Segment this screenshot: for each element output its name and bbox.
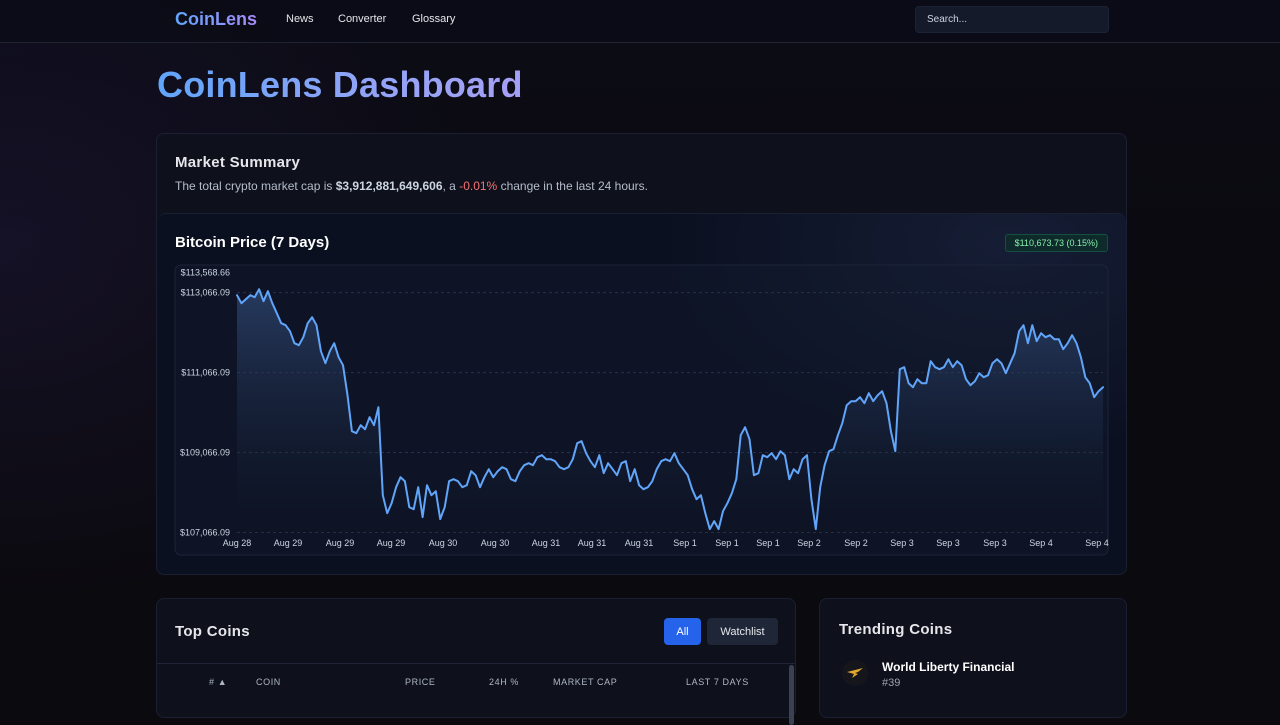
search-input[interactable] bbox=[915, 6, 1109, 33]
top-nav: CoinLens News Converter Glossary bbox=[0, 0, 1280, 43]
x-tick-label: Sep 3 bbox=[983, 538, 1007, 548]
market-summary-card: Market Summary The total crypto market c… bbox=[156, 133, 1127, 575]
x-tick-label: Aug 30 bbox=[481, 538, 510, 548]
x-tick-label: Sep 3 bbox=[890, 538, 914, 548]
nav-link-converter[interactable]: Converter bbox=[338, 13, 386, 25]
x-tick-label: Aug 31 bbox=[625, 538, 654, 548]
bitcoin-price-chart[interactable]: $113,568.66 $113,066.09 $111,066.09 $109,06… bbox=[158, 214, 1126, 575]
column-header-price[interactable]: PRICE bbox=[405, 677, 436, 687]
brand-logo[interactable]: CoinLens bbox=[175, 9, 257, 30]
x-tick-label: Aug 30 bbox=[429, 538, 458, 548]
x-tick-label: Aug 29 bbox=[377, 538, 406, 548]
table-scrollbar[interactable] bbox=[789, 665, 794, 725]
x-tick-label: Aug 31 bbox=[578, 538, 607, 548]
y-tick-label: $113,066.09 bbox=[181, 288, 230, 298]
x-tick-label: Sep 4 bbox=[1029, 538, 1053, 548]
filter-all-button[interactable]: All bbox=[664, 618, 701, 645]
x-tick-label: Aug 31 bbox=[532, 538, 561, 548]
y-tick-label: $109,066.09 bbox=[180, 448, 230, 458]
summary-text-suffix: change in the last 24 hours. bbox=[497, 179, 649, 193]
filter-watchlist-button[interactable]: Watchlist bbox=[707, 618, 778, 645]
x-tick-label: Sep 2 bbox=[844, 538, 868, 548]
column-header-market-cap[interactable]: MARKET CAP bbox=[553, 677, 617, 687]
market-summary-title: Market Summary bbox=[175, 154, 301, 171]
x-tick-label: Sep 3 bbox=[936, 538, 960, 548]
x-tick-label: Aug 29 bbox=[274, 538, 303, 548]
y-tick-label: $111,066.09 bbox=[181, 368, 230, 378]
market-cap-value: $3,912,881,649,606 bbox=[335, 179, 443, 193]
column-header-24h[interactable]: 24H % bbox=[489, 677, 519, 687]
wing-icon bbox=[842, 660, 868, 686]
trending-coin-name[interactable]: World Liberty Financial bbox=[882, 660, 1014, 674]
column-header-coin[interactable]: COIN bbox=[256, 677, 281, 687]
y-tick-label: $107,066.09 bbox=[180, 528, 230, 538]
bitcoin-chart-card: Bitcoin Price (7 Days) $110,673.73 (0.15… bbox=[158, 213, 1126, 574]
x-tick-label: Sep 4 bbox=[1085, 538, 1109, 548]
market-change-value: -0.01% bbox=[459, 179, 498, 193]
column-header-last-7-days[interactable]: LAST 7 DAYS bbox=[686, 677, 749, 687]
top-coins-title: Top Coins bbox=[175, 623, 250, 640]
y-tick-label: $113,568.66 bbox=[181, 268, 230, 278]
column-header-rank[interactable]: # ▲ bbox=[209, 677, 227, 687]
x-tick-label: Sep 1 bbox=[756, 538, 780, 548]
x-tick-label: Sep 1 bbox=[715, 538, 739, 548]
x-tick-label: Sep 2 bbox=[797, 538, 821, 548]
trending-title: Trending Coins bbox=[839, 621, 953, 638]
table-divider bbox=[157, 663, 795, 664]
x-tick-label: Aug 29 bbox=[326, 538, 355, 548]
page-title: CoinLens Dashboard bbox=[157, 64, 523, 105]
x-tick-label: Aug 28 bbox=[223, 538, 252, 548]
summary-text-mid: , a bbox=[442, 179, 460, 193]
trending-coins-card: Trending Coins World Liberty Financial #… bbox=[819, 598, 1127, 718]
market-summary-text: The total crypto market cap is $3,912,88… bbox=[175, 179, 648, 193]
top-coins-card: Top Coins All Watchlist # ▲ COIN PRICE 2… bbox=[156, 598, 796, 725]
nav-link-glossary[interactable]: Glossary bbox=[412, 13, 455, 25]
x-tick-label: Sep 1 bbox=[673, 538, 697, 548]
trending-coin-rank: #39 bbox=[882, 677, 901, 689]
summary-text-prefix: The total crypto market cap is bbox=[175, 179, 336, 193]
nav-link-news[interactable]: News bbox=[286, 13, 314, 25]
